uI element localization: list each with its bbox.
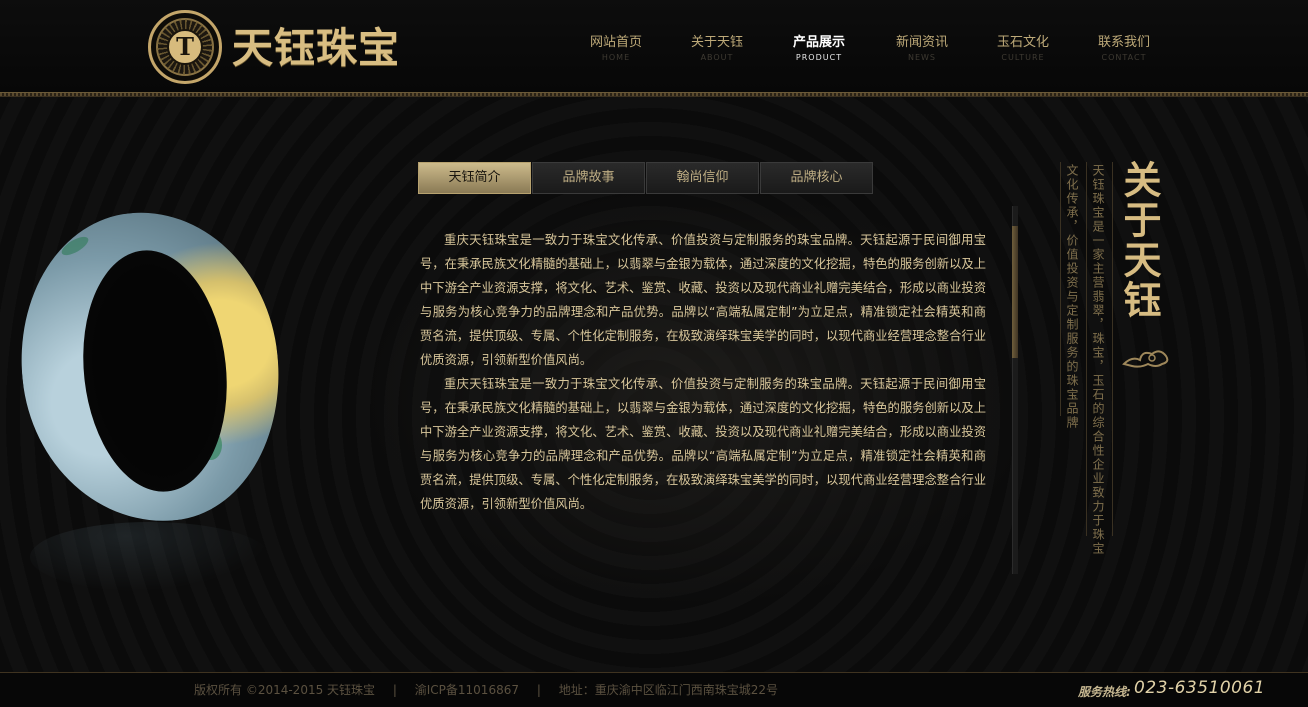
nav-sublabel: NEWS: [907, 53, 937, 62]
nav-item-about[interactable]: 关于天钰 ABOUT: [667, 34, 767, 64]
hotline-number: 023-63510061: [1134, 678, 1266, 698]
about-tabs: 天钰简介 品牌故事 翰尚信仰 品牌核心: [418, 162, 878, 194]
nav-item-news[interactable]: 新闻资讯 NEWS: [872, 34, 972, 64]
nav-sublabel: PRODUCT: [795, 53, 843, 62]
sidebar-text-line2: 文化传承，价值投资与定制服务的珠宝品牌: [1065, 164, 1079, 430]
intro-paragraph: 重庆天钰珠宝是一致力于珠宝文化传承、价值投资与定制服务的珠宝品牌。天钰起源于民间…: [420, 377, 986, 511]
tab-brand-story[interactable]: 品牌故事: [532, 162, 645, 194]
nav-sublabel: HOME: [601, 53, 631, 62]
footer-separator: |: [536, 683, 541, 697]
footer-info: 版权所有 ©2014-2015 天钰珠宝 | 渝ICP备11016867 | 地…: [194, 681, 792, 698]
nav-item-contact[interactable]: 联系我们 CONTACT: [1074, 34, 1174, 64]
content-scrollbar-thumb[interactable]: [1012, 226, 1018, 358]
emblem-letter: T: [167, 29, 203, 65]
hotline-label: 服务热线:: [1078, 685, 1131, 699]
tab-belief[interactable]: 翰尚信仰: [646, 162, 759, 194]
auspicious-cloud-icon: [1122, 350, 1169, 368]
header: T 天钰珠宝 网站首页 HOME 关于天钰 ABOUT 产品展示 PRODUCT…: [0, 0, 1308, 92]
sidebar-title: 关于天钰: [1117, 160, 1162, 320]
vertical-divider: [1112, 162, 1113, 536]
nav-label: 新闻资讯: [895, 35, 948, 50]
vertical-divider: [1060, 162, 1061, 416]
tab-brand-core[interactable]: 品牌核心: [760, 162, 873, 194]
nav-sublabel: CULTURE: [1001, 53, 1045, 62]
main-nav: 网站首页 HOME 关于天钰 ABOUT 产品展示 PRODUCT 新闻资讯 N…: [566, 34, 1166, 74]
nav-label: 产品展示: [792, 35, 845, 50]
intro-content: 重庆天钰珠宝是一致力于珠宝文化传承、价值投资与定制服务的珠宝品牌。天钰起源于民间…: [420, 228, 986, 578]
jade-reflection: [30, 522, 270, 592]
footer-separator: |: [392, 683, 397, 697]
intro-paragraph: 重庆天钰珠宝是一致力于珠宝文化传承、价值投资与定制服务的珠宝品牌。天钰起源于民间…: [420, 233, 986, 367]
nav-item-product[interactable]: 产品展示 PRODUCT: [769, 34, 869, 64]
nav-item-culture[interactable]: 玉石文化 CULTURE: [973, 34, 1073, 64]
nav-label: 玉石文化: [996, 35, 1049, 50]
footer-copyright: 版权所有 ©2014-2015 天钰珠宝: [194, 683, 376, 697]
footer-icp[interactable]: 渝ICP备11016867: [415, 683, 519, 697]
sidebar-text-line1: 天钰珠宝是一家主营翡翠，珠宝，玉石的综合性企业致力于珠宝: [1091, 164, 1105, 556]
nav-sublabel: CONTACT: [1101, 53, 1147, 62]
nav-label: 关于天钰: [690, 35, 743, 50]
header-divider: [0, 92, 1308, 97]
nav-label: 网站首页: [589, 35, 642, 50]
nav-label: 联系我们: [1097, 35, 1150, 50]
tab-intro[interactable]: 天钰简介: [418, 162, 531, 194]
nav-item-home[interactable]: 网站首页 HOME: [566, 34, 666, 64]
logo-emblem-icon[interactable]: T: [148, 10, 222, 84]
footer-address: 地址：重庆渝中区临江门西南珠宝城22号: [558, 683, 778, 697]
brand-logo-text[interactable]: 天钰珠宝: [232, 24, 400, 72]
vertical-divider: [1086, 162, 1087, 536]
nav-sublabel: ABOUT: [700, 53, 734, 62]
jade-bangle-image: [6, 199, 294, 600]
